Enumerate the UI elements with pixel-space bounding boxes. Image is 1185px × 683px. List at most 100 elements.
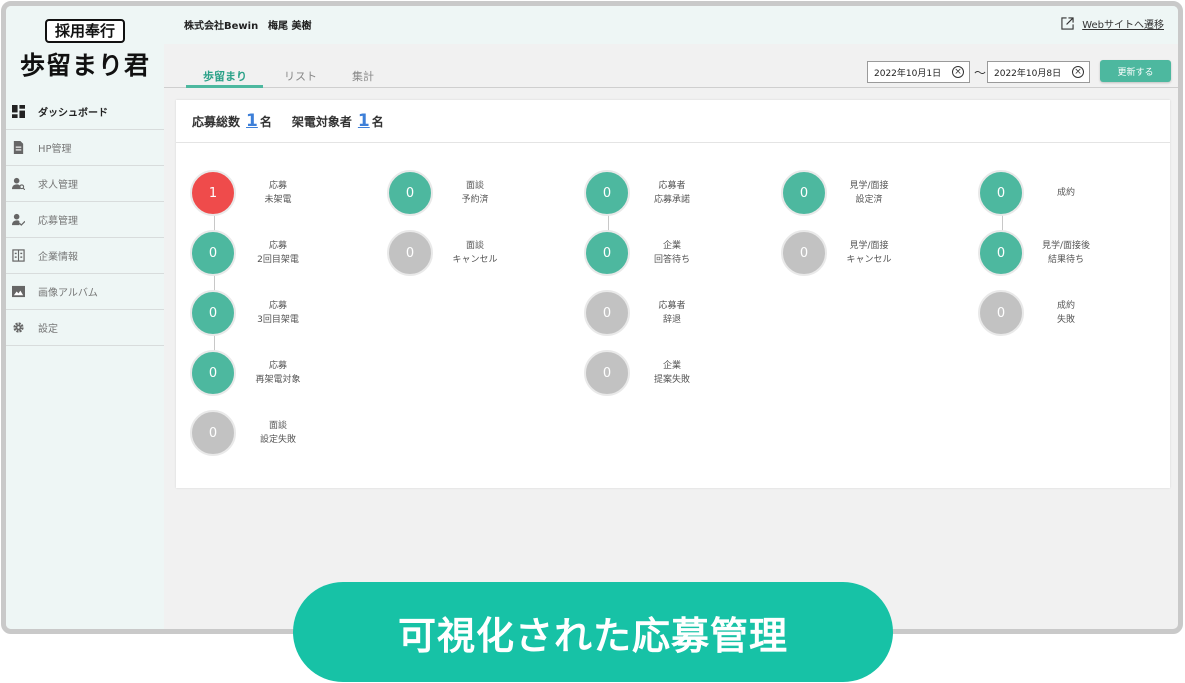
stage-count[interactable]: 0: [978, 290, 1024, 336]
stage-label: 企業 回答待ち: [640, 239, 704, 267]
sidebar-item-label: 求人管理: [38, 180, 78, 191]
clear-date-to-icon[interactable]: ×: [1072, 66, 1084, 78]
date-from-field[interactable]: 2022年10月1日 ×: [867, 61, 970, 83]
funnel-stage[interactable]: 0 見学/面接 設定済: [781, 170, 901, 216]
funnel-stage[interactable]: 0 企業 回答待ち: [584, 230, 704, 276]
sidebar-item-dashboard[interactable]: ダッシュボード: [6, 94, 164, 130]
stage-count[interactable]: 0: [584, 350, 630, 396]
date-to-value: 2022年10月8日: [994, 68, 1062, 79]
update-button[interactable]: 更新する: [1100, 60, 1171, 82]
funnel-stage[interactable]: 0 企業提案失敗: [584, 350, 704, 396]
website-link[interactable]: Webサイトへ遷移: [1061, 16, 1164, 31]
call-targets-label: 架電対象者: [291, 114, 352, 129]
stage-label-line2: 辞退: [662, 315, 681, 325]
stage-count[interactable]: 0: [387, 170, 433, 216]
website-link-label: Webサイトへ遷移: [1082, 20, 1164, 31]
user-search-icon: [11, 177, 25, 191]
funnel-stage[interactable]: 0 成約: [978, 170, 1098, 216]
stage-label-line2: 設定済: [855, 195, 883, 205]
call-targets-count[interactable]: 1: [358, 111, 370, 131]
company-name: 株式会社Bewin: [184, 21, 259, 32]
stage-count[interactable]: 0: [584, 230, 630, 276]
stage-count[interactable]: 0: [190, 350, 236, 396]
clear-date-from-icon[interactable]: ×: [952, 66, 964, 78]
gear-icon: [11, 321, 25, 335]
stage-label: 成約 失敗: [1034, 299, 1098, 327]
sidebar-item-album[interactable]: 画像アルバム: [6, 274, 164, 310]
stage-label: 応募 未架電: [246, 179, 310, 207]
tab-aggregate[interactable]: 集計: [352, 68, 374, 84]
sidebar-item-company[interactable]: 企業情報: [6, 238, 164, 274]
stage-label-line1: 応募者: [658, 301, 686, 311]
funnel-stage[interactable]: 0 見学/面接 キャンセル: [781, 230, 901, 276]
stage-label-line1: 応募: [268, 241, 287, 251]
stage-count[interactable]: 0: [190, 230, 236, 276]
stage-label-line1: 面談: [465, 241, 484, 251]
stage-label-line1: 応募: [268, 181, 287, 191]
stage-count[interactable]: 0: [387, 230, 433, 276]
stage-label-line2: 設定失敗: [259, 435, 296, 445]
stage-count[interactable]: 0: [190, 410, 236, 456]
stage-label-line1: 面談: [465, 181, 484, 191]
funnel-stage[interactable]: 0 応募 3回目架電: [190, 290, 310, 336]
stage-count[interactable]: 0: [781, 230, 827, 276]
logo-title: 歩留まり君: [19, 50, 150, 80]
stage-label-line1: 面談: [268, 421, 287, 431]
stage-label-line2: 失敗: [1056, 315, 1075, 325]
stage-label-line2: 提案失敗: [653, 375, 690, 385]
stage-label-line1: 企業: [662, 361, 681, 371]
stage-count[interactable]: 0: [190, 290, 236, 336]
funnel-stage[interactable]: 0 面談設定失敗: [190, 410, 310, 456]
stage-label: 応募 3回目架電: [246, 299, 310, 327]
stage-count[interactable]: 0: [781, 170, 827, 216]
funnel-stage[interactable]: 0 応募者辞退: [584, 290, 704, 336]
image-icon: [11, 285, 25, 299]
funnel-stage[interactable]: 0 応募 2回目架電: [190, 230, 310, 276]
funnel-stage[interactable]: 0 面談 予約済: [387, 170, 507, 216]
caption-banner: 可視化された応募管理: [293, 582, 893, 682]
stage-label-line1: 応募: [268, 301, 287, 311]
external-link-icon: [1061, 17, 1074, 30]
active-tab-indicator: [186, 85, 263, 88]
date-separator: ～: [974, 66, 987, 80]
stage-label-line2: 2回目架電: [257, 255, 299, 265]
stage-label: 面談 設定失敗: [246, 419, 310, 447]
funnel-stage[interactable]: 0 見学/面接後 結果待ち: [978, 230, 1098, 276]
date-from-value: 2022年10月1日: [874, 68, 942, 79]
stage-count[interactable]: 0: [978, 170, 1024, 216]
sidebar-item-label: HP管理: [38, 144, 72, 155]
stage-label: 応募者 応募承諾: [640, 179, 704, 207]
stage-connector: [214, 195, 215, 375]
tab-yield[interactable]: 歩留まり: [203, 68, 247, 84]
sidebar-item-label: 企業情報: [38, 252, 78, 263]
funnel-stage[interactable]: 0 応募 再架電対象: [190, 350, 310, 396]
stage-count[interactable]: 1: [190, 170, 236, 216]
stage-label: 面談 予約済: [443, 179, 507, 207]
sidebar: 採用奉行 歩留まり君 ダッシュボード HP管理 求人管理 応募管理 企業情報 画…: [6, 6, 164, 629]
stage-count[interactable]: 0: [978, 230, 1024, 276]
funnel-card: 応募総数 1 名 架電対象者 1 名 1 応募 未架電 0 応募 2回目架電 0 応募 3回目架…: [176, 100, 1170, 488]
stage-label-line1: 見学/面接: [849, 241, 889, 251]
stage-label: 応募 2回目架電: [246, 239, 310, 267]
sidebar-item-applications[interactable]: 応募管理: [6, 202, 164, 238]
sidebar-item-label: ダッシュボード: [38, 108, 108, 119]
stage-label-line1: 企業: [662, 241, 681, 251]
date-to-field[interactable]: 2022年10月8日 ×: [987, 61, 1090, 83]
logo[interactable]: 採用奉行 歩留まり君: [6, 6, 164, 94]
funnel-stage[interactable]: 0 成約失敗: [978, 290, 1098, 336]
sidebar-item-settings[interactable]: 設定: [6, 310, 164, 346]
logo-subtitle: 採用奉行: [44, 18, 125, 43]
stage-count[interactable]: 0: [584, 170, 630, 216]
tab-list[interactable]: リスト: [284, 68, 317, 84]
sidebar-item-label: 応募管理: [38, 216, 78, 227]
funnel-stage[interactable]: 0 応募者 応募承諾: [584, 170, 704, 216]
funnel-stage[interactable]: 0 面談 キャンセル: [387, 230, 507, 276]
stage-label-line2: 未架電: [264, 195, 292, 205]
sidebar-item-hp[interactable]: HP管理: [6, 130, 164, 166]
stage-count[interactable]: 0: [584, 290, 630, 336]
stage-label-line1: 成約: [1056, 301, 1075, 311]
applicants-count[interactable]: 1: [246, 111, 258, 131]
sidebar-item-jobs[interactable]: 求人管理: [6, 166, 164, 202]
call-targets-unit: 名: [371, 114, 384, 129]
funnel-stage[interactable]: 1 応募未架電: [190, 170, 310, 216]
